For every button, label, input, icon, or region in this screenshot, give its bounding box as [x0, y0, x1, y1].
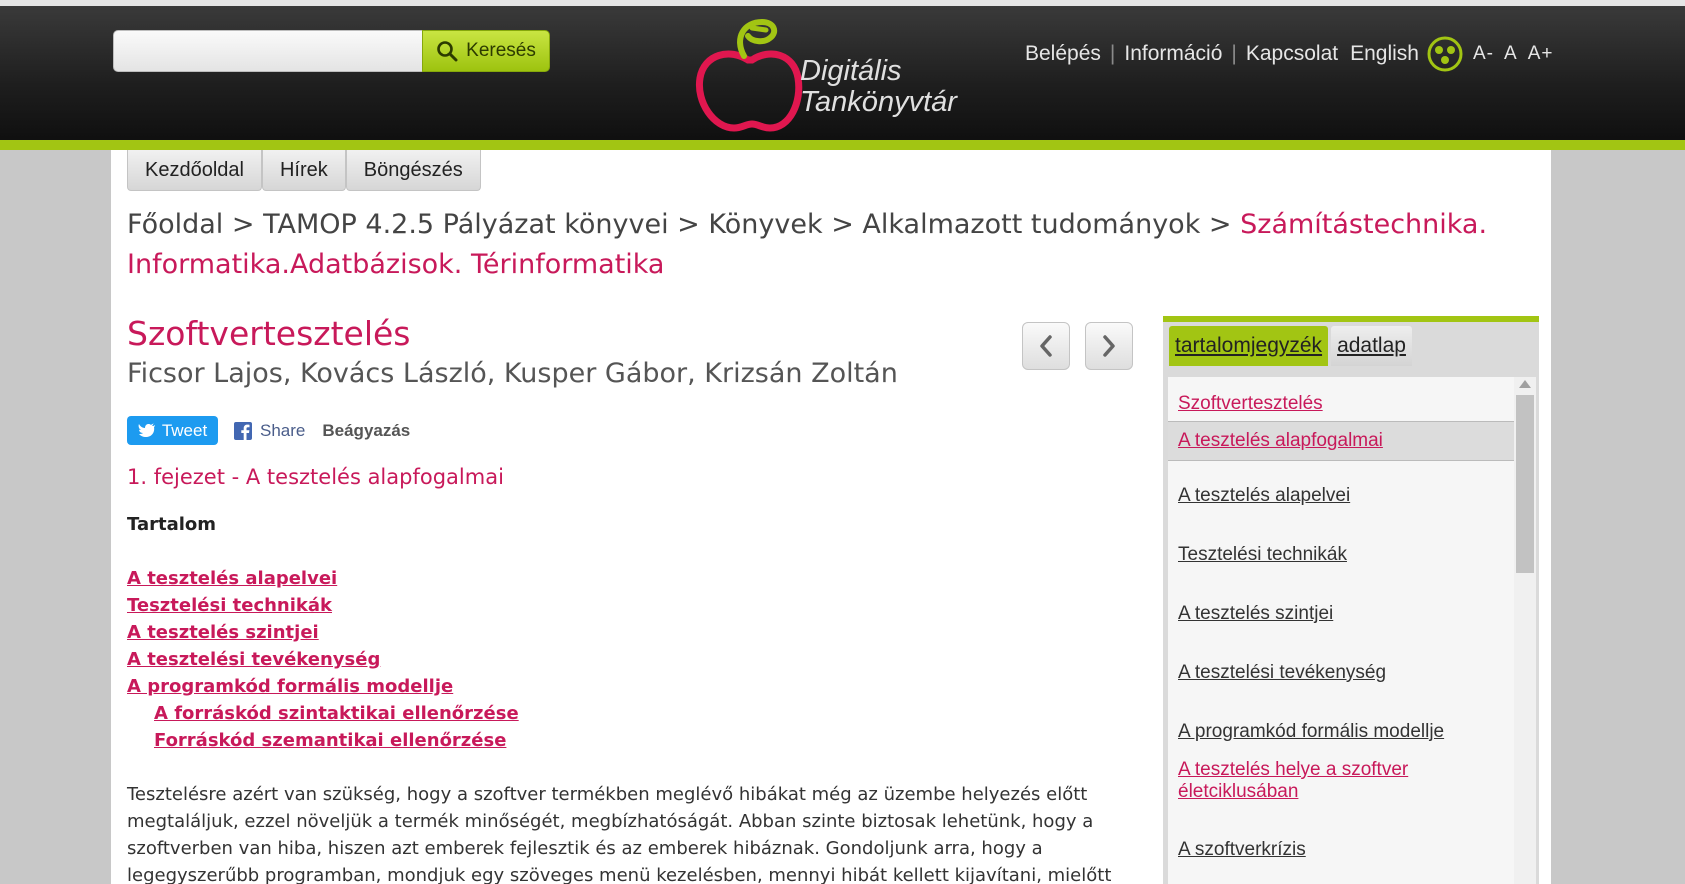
font-larger-button[interactable]: A+ — [1528, 43, 1554, 65]
book-title: Szoftvertesztelés — [127, 314, 411, 353]
book-authors: Ficsor Lajos, Kovács László, Kusper Gábo… — [127, 358, 898, 389]
chevron-right-icon — [1103, 335, 1115, 357]
sidebar-toc-list: Szoftvertesztelés A tesztelés alapfogalm… — [1168, 377, 1514, 884]
toc-link[interactable]: Tesztelési technikák — [127, 592, 519, 619]
toc-sublink[interactable]: A forráskód szintaktikai ellenőrzése — [154, 700, 519, 727]
search-button-label: Keresés — [466, 40, 536, 61]
font-smaller-button[interactable]: A- — [1473, 43, 1494, 65]
embed-link[interactable]: Beágyazás — [322, 421, 410, 441]
share-label: Share — [260, 420, 306, 440]
tweet-label: Tweet — [161, 420, 208, 440]
sidebar-item-active[interactable]: A tesztelés alapfogalmai — [1168, 421, 1514, 461]
search-button[interactable]: Keresés — [422, 30, 550, 72]
chapter-title: 1. fejezet - A tesztelés alapfogalmai — [127, 465, 504, 489]
breadcrumb-separator: > — [677, 209, 709, 240]
login-link[interactable]: Belépés — [1025, 42, 1101, 66]
sidebar-item[interactable]: A tesztelés alapelvei — [1168, 485, 1514, 507]
sidebar: tartalomjegyzék adatlap Szoftvertesztelé… — [1163, 316, 1539, 884]
logo-line-2: Tankönyvtár — [800, 86, 957, 118]
contents-heading: Tartalom — [127, 514, 217, 535]
scrollbar-thumb[interactable] — [1516, 395, 1534, 573]
body-line: megtaláljuk, ezzel növeljük a termék min… — [127, 811, 1094, 832]
toc-link[interactable]: A tesztelés szintjei — [127, 619, 519, 646]
header-stripe — [0, 140, 1685, 150]
chevron-left-icon — [1040, 335, 1052, 357]
breadcrumb-separator: > — [831, 209, 863, 240]
scroll-up-arrow-icon[interactable] — [1519, 380, 1531, 388]
english-link[interactable]: English — [1350, 42, 1419, 66]
font-normal-button[interactable]: A — [1504, 43, 1518, 65]
toc-link[interactable]: A tesztelés alapelvei — [127, 565, 519, 592]
previous-page-button[interactable] — [1022, 322, 1070, 370]
sidebar-item[interactable]: A tesztelés szintjei — [1168, 603, 1514, 625]
body-line: legegyszerűbb programban, mondjuk egy sz… — [127, 865, 1112, 884]
logo-line-1: Digitális — [800, 55, 902, 87]
next-page-button[interactable] — [1085, 322, 1133, 370]
sidebar-scrollbar[interactable] — [1514, 377, 1536, 884]
breadcrumb: Főoldal > TAMOP 4.2.5 Pályázat könyvei >… — [127, 205, 1527, 285]
twitter-bird-icon — [138, 423, 155, 437]
sidebar-item[interactable]: Szoftvertesztelés — [1168, 393, 1514, 415]
sidebar-item[interactable]: Tesztelési technikák — [1168, 544, 1514, 566]
body-line: szoftverben van hiba, hiszen azt emberek… — [127, 838, 1043, 859]
tab-news[interactable]: Hírek — [261, 150, 346, 191]
sidebar-item[interactable]: A programkód formális modellje — [1168, 721, 1514, 743]
accessibility-icon[interactable] — [1427, 36, 1463, 72]
info-link[interactable]: Információ — [1124, 42, 1222, 66]
main-tabs: Kezdőoldal Hírek Böngészés — [127, 150, 481, 191]
chapter-toc: A tesztelés alapelvei Tesztelési technik… — [127, 565, 519, 754]
sidebar-item[interactable]: A szoftverkrízis — [1168, 839, 1514, 861]
breadcrumb-item-books[interactable]: Könyvek — [708, 209, 822, 240]
search-input[interactable] — [113, 30, 423, 72]
sidebar-item-continued[interactable]: életciklusában — [1168, 781, 1514, 803]
breadcrumb-item-applied-sciences[interactable]: Alkalmazott tudományok — [862, 209, 1200, 240]
tweet-button[interactable]: Tweet — [127, 416, 218, 445]
sidebar-item[interactable]: A tesztelési tevékenység — [1168, 662, 1514, 684]
chapter-body-text: Tesztelésre azért van szükség, hogy a sz… — [127, 781, 1127, 884]
breadcrumb-separator: > — [1208, 209, 1241, 240]
toc-sublink[interactable]: Forráskód szemantikai ellenőrzése — [154, 727, 519, 754]
contact-link[interactable]: Kapcsolat — [1246, 42, 1338, 66]
logo-text: Digitális Tankönyvtár — [800, 56, 957, 118]
body-line: Tesztelésre azért van szükség, hogy a sz… — [127, 784, 1088, 805]
breadcrumb-item-home[interactable]: Főoldal — [127, 209, 223, 240]
top-nav: Belépés | Információ | Kapcsolat English… — [1025, 36, 1553, 72]
tab-datasheet[interactable]: adatlap — [1331, 326, 1412, 366]
sidebar-tabs: tartalomjegyzék adatlap — [1169, 326, 1412, 366]
facebook-share-button[interactable]: Share — [234, 421, 305, 441]
toc-link[interactable]: A tesztelési tevékenység — [127, 646, 519, 673]
toc-link[interactable]: A programkód formális modellje — [127, 673, 519, 700]
tab-browse[interactable]: Böngészés — [345, 150, 481, 191]
social-buttons: Tweet Share Beágyazás — [127, 416, 410, 445]
breadcrumb-item-tamop[interactable]: TAMOP 4.2.5 Pályázat könyvei — [263, 209, 668, 240]
nav-separator: | — [1231, 42, 1237, 65]
nav-separator: | — [1109, 42, 1116, 65]
search-icon — [437, 41, 458, 62]
sidebar-item[interactable]: A tesztelés helye a szoftver — [1168, 759, 1514, 781]
breadcrumb-separator: > — [231, 209, 264, 240]
tab-table-of-contents[interactable]: tartalomjegyzék — [1169, 326, 1329, 366]
tab-home[interactable]: Kezdőoldal — [127, 150, 262, 191]
facebook-icon — [234, 421, 252, 440]
